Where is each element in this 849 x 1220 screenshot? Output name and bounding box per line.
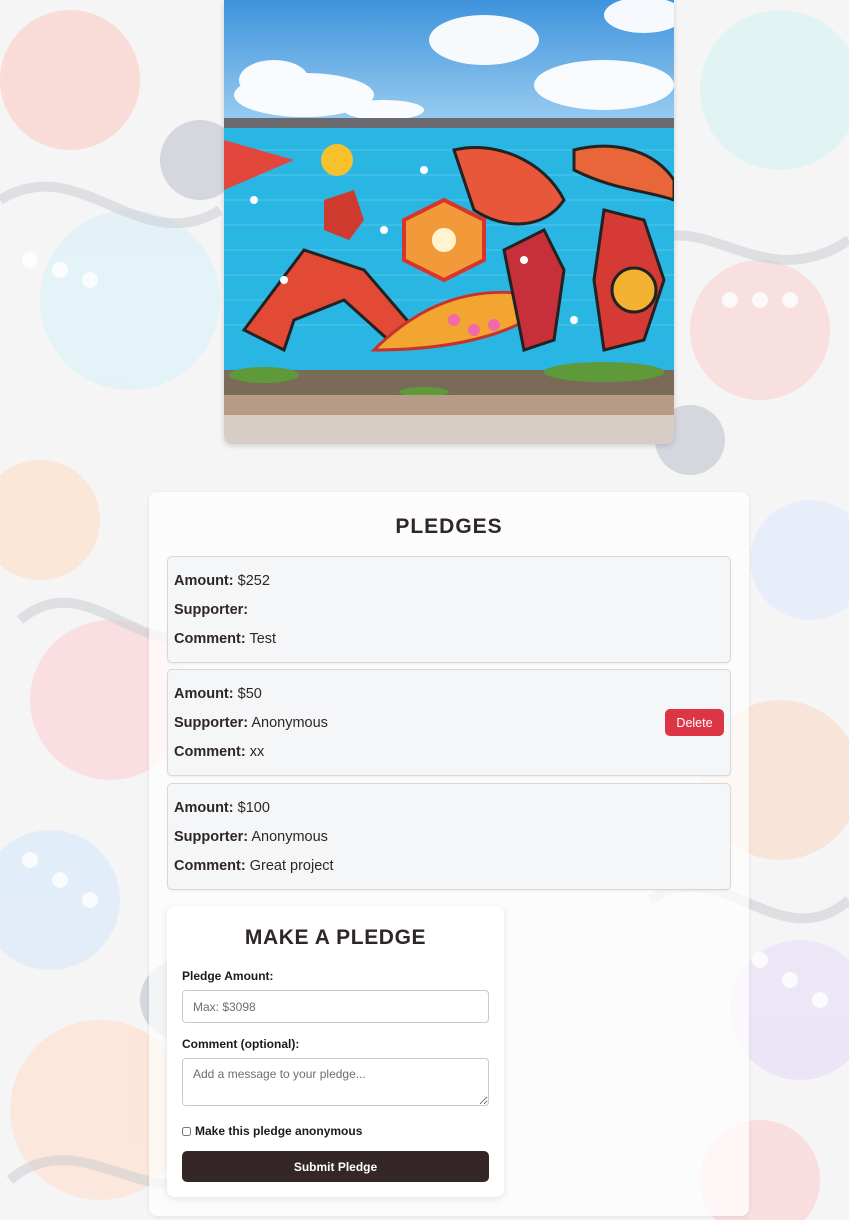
pledges-panel: PLEDGES Amount: $252 Supporter: Comment:…	[149, 492, 749, 1216]
amount-value: $50	[237, 686, 262, 702]
supporter-value: Anonymous	[251, 829, 328, 845]
comment-value: Great project	[249, 858, 334, 874]
amount-label: Amount:	[174, 800, 234, 816]
comment-label: Comment (optional):	[182, 1037, 300, 1051]
pledge-amount: Amount: $100	[174, 800, 270, 816]
amount-label: Amount:	[174, 686, 234, 702]
amount-value: $252	[237, 573, 270, 589]
make-pledge-form: MAKE A PLEDGE Pledge Amount: Comment (op…	[167, 906, 504, 1197]
pledges-title: PLEDGES	[395, 515, 503, 538]
pledge-card: Amount: $252 Supporter: Comment: Test	[167, 556, 731, 663]
amount-label: Amount:	[174, 573, 234, 589]
comment-textarea[interactable]	[182, 1058, 489, 1106]
amount-value: $100	[237, 800, 270, 816]
comment-value: Test	[249, 631, 277, 647]
anonymous-checkbox[interactable]	[182, 1126, 191, 1136]
pledge-amount: Amount: $252	[174, 573, 270, 589]
pledge-supporter: Supporter:	[174, 602, 248, 618]
pledge-card: Amount: $100 Supporter: Anonymous Commen…	[167, 783, 731, 890]
kangaroo-mural-image	[224, 0, 674, 444]
supporter-label: Supporter:	[174, 602, 249, 618]
comment-label: Comment:	[174, 631, 246, 647]
hero-image	[224, 0, 674, 444]
form-title: MAKE A PLEDGE	[244, 926, 427, 949]
delete-pledge-button[interactable]: Delete	[665, 709, 724, 736]
anonymous-row: Make this pledge anonymous	[182, 1124, 362, 1138]
pledge-amount-label: Pledge Amount:	[182, 969, 274, 983]
comment-value: xx	[249, 744, 265, 760]
supporter-label: Supporter:	[174, 829, 249, 845]
pledge-supporter: Supporter: Anonymous	[174, 715, 328, 731]
comment-label: Comment:	[174, 744, 246, 760]
pledge-comment: Comment: Great project	[174, 858, 334, 874]
comment-label: Comment:	[174, 858, 246, 874]
anonymous-label: Make this pledge anonymous	[195, 1124, 363, 1138]
supporter-label: Supporter:	[174, 715, 249, 731]
pledge-comment: Comment: Test	[174, 631, 276, 647]
pledge-amount: Amount: $50	[174, 686, 262, 702]
pledge-supporter: Supporter: Anonymous	[174, 829, 328, 845]
submit-pledge-button[interactable]: Submit Pledge	[182, 1151, 489, 1182]
supporter-value: Anonymous	[251, 715, 328, 731]
pledge-comment: Comment: xx	[174, 744, 264, 760]
pledge-card: Amount: $50 Supporter: Anonymous Comment…	[167, 669, 731, 776]
pledge-amount-input[interactable]	[182, 990, 489, 1023]
